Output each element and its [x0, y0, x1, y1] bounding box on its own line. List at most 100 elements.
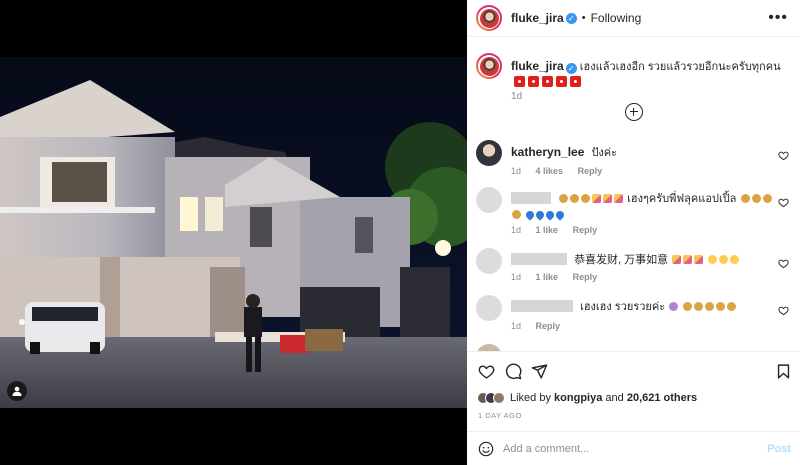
caption-text: เฮงแล้วเฮงอีก รวยแล้วรวยอีกนะครับทุกคน — [579, 61, 781, 73]
hidden-username — [511, 253, 567, 265]
reply-button[interactable]: Reply — [536, 321, 561, 331]
comment-time: 1d — [511, 321, 522, 331]
post-media[interactable] — [0, 0, 467, 465]
like-comment-heart-icon[interactable] — [778, 258, 789, 269]
party-face-icon — [730, 255, 740, 264]
prince-icon — [669, 302, 679, 311]
liked-by-prefix: Liked by — [510, 392, 551, 404]
commenter-avatar[interactable] — [476, 344, 502, 351]
flag-icon — [542, 76, 553, 87]
party-popper-icon — [672, 255, 682, 264]
caption-avatar[interactable] — [476, 53, 502, 79]
blue-heart-icon — [534, 209, 546, 221]
likes-count[interactable]: 20,621 others — [627, 392, 697, 404]
commenter-avatar[interactable] — [476, 295, 502, 321]
liked-by-text: Liked by kongpiya and 20,621 others — [510, 392, 697, 404]
author-username[interactable]: fluke_jira — [511, 11, 564, 25]
flag-icon — [556, 76, 567, 87]
commenter-username[interactable]: katheryn_lee — [511, 145, 584, 159]
reply-button[interactable]: Reply — [573, 272, 598, 282]
send-plane-icon[interactable] — [531, 363, 548, 380]
caption-username[interactable]: fluke_jira — [511, 59, 564, 73]
liker-avatar — [493, 392, 505, 404]
party-face-icon — [708, 255, 718, 264]
comment-item: เฮงเฮง รวยรวยค่ะ 1d Reply — [476, 295, 796, 341]
comment-bubble-icon[interactable] — [505, 363, 522, 380]
comment-body: 恭喜发财, 万事如意 — [511, 252, 773, 268]
verified-badge-icon: ✓ — [565, 12, 577, 24]
party-face-icon — [719, 255, 729, 264]
party-popper-icon — [683, 255, 693, 264]
blue-heart-icon — [554, 209, 566, 221]
post-actions — [467, 352, 800, 392]
like-comment-heart-icon[interactable] — [778, 197, 789, 208]
comment-meta: 1d 1 like Reply — [511, 225, 609, 235]
post-comment-button[interactable]: Post — [767, 443, 791, 455]
flag-icon — [514, 76, 525, 87]
blue-heart-icon — [524, 209, 536, 221]
money-bag-icon — [751, 194, 761, 203]
add-comment-input[interactable] — [503, 439, 753, 459]
money-bag-icon — [683, 302, 693, 311]
commenter-avatar[interactable] — [476, 248, 502, 274]
author-avatar[interactable] — [476, 5, 502, 31]
money-bag-icon — [559, 194, 569, 203]
post-photo[interactable] — [0, 57, 467, 408]
post-date[interactable]: 1 DAY AGO — [478, 411, 522, 420]
comment-item: katheryn_lee ปังค่ะ 1d 4 likes Reply — [476, 140, 796, 186]
verified-badge-icon: ✓ — [565, 63, 577, 74]
hidden-username — [511, 192, 551, 204]
comment-text: เฮงเฮง รวยรวยค่ะ — [580, 301, 666, 313]
comment-time: 1d — [511, 166, 522, 176]
post-header: fluke_jira ✓ • Following ••• — [467, 0, 800, 37]
more-options-icon[interactable]: ••• — [768, 9, 788, 27]
user-tag-icon — [12, 386, 22, 396]
commenter-avatar[interactable] — [476, 187, 502, 213]
heart-icon[interactable] — [478, 363, 495, 380]
load-more-comments-button[interactable] — [625, 103, 643, 121]
comment-body: เฮงเฮง รวยรวยค่ะ — [511, 299, 773, 315]
comment-likes[interactable]: 1 like — [536, 225, 559, 235]
like-comment-heart-icon[interactable] — [778, 150, 789, 161]
commenter-avatar[interactable] — [476, 140, 502, 166]
comment-likes[interactable]: 4 likes — [536, 166, 564, 176]
author-meta: fluke_jira ✓ • Following — [511, 11, 641, 25]
liked-by-user[interactable]: kongpiya — [554, 392, 602, 404]
party-popper-icon — [694, 255, 704, 264]
comments-list[interactable]: fluke_jira ✓ เฮงแล้วเฮงอีก รวยแล้วรวยอีกน… — [467, 37, 800, 352]
blue-heart-icon — [544, 209, 556, 221]
money-bag-icon — [705, 302, 715, 311]
comment-text: ปังค่ะ — [591, 147, 618, 159]
reply-button[interactable]: Reply — [573, 225, 598, 235]
party-popper-icon — [614, 194, 624, 203]
money-bag-icon — [727, 302, 737, 311]
money-bag-icon — [762, 194, 772, 203]
comment-text: เฮงๆครับพี่ฟลุคแอปเปิ้ล — [627, 193, 737, 205]
flag-icon — [570, 76, 581, 87]
hidden-username — [511, 300, 573, 312]
comment-body: เฮงๆครับพี่ฟลุคแอปเปิ้ล — [511, 191, 773, 223]
party-popper-icon — [592, 194, 602, 203]
liked-by-joiner: and — [605, 392, 624, 404]
comment-time: 1d — [511, 272, 522, 282]
smiley-face-icon[interactable] — [478, 441, 494, 457]
caption-time: 1d — [511, 91, 523, 102]
reply-button[interactable]: Reply — [578, 166, 603, 176]
user-tag-button[interactable] — [7, 381, 27, 401]
bookmark-icon[interactable] — [775, 363, 792, 380]
liked-by-row[interactable]: Liked by kongpiya and 20,621 others — [477, 390, 697, 406]
comment-item: เฮงๆครับพี่ฟลุคแอปเปิ้ล 1d 1 like Reply — [476, 187, 796, 243]
header-separator: • — [581, 12, 586, 24]
flag-icon — [528, 76, 539, 87]
comment-likes[interactable]: 1 like — [536, 272, 559, 282]
comment-text: 恭喜发财, 万事如意 — [574, 254, 669, 266]
following-button[interactable]: Following — [591, 11, 642, 25]
money-bag-icon — [570, 194, 580, 203]
comment-item: 恭喜发财, 万事如意 1d 1 like Reply — [476, 248, 796, 294]
like-comment-heart-icon[interactable] — [778, 305, 789, 316]
house-night-photo — [0, 57, 467, 408]
money-bag-icon — [694, 302, 704, 311]
comment-meta: 1d 4 likes Reply — [511, 166, 614, 176]
post-sidebar: fluke_jira ✓ • Following ••• fluke_jira ✓… — [467, 0, 800, 465]
add-comment-bar: Post — [467, 431, 800, 465]
